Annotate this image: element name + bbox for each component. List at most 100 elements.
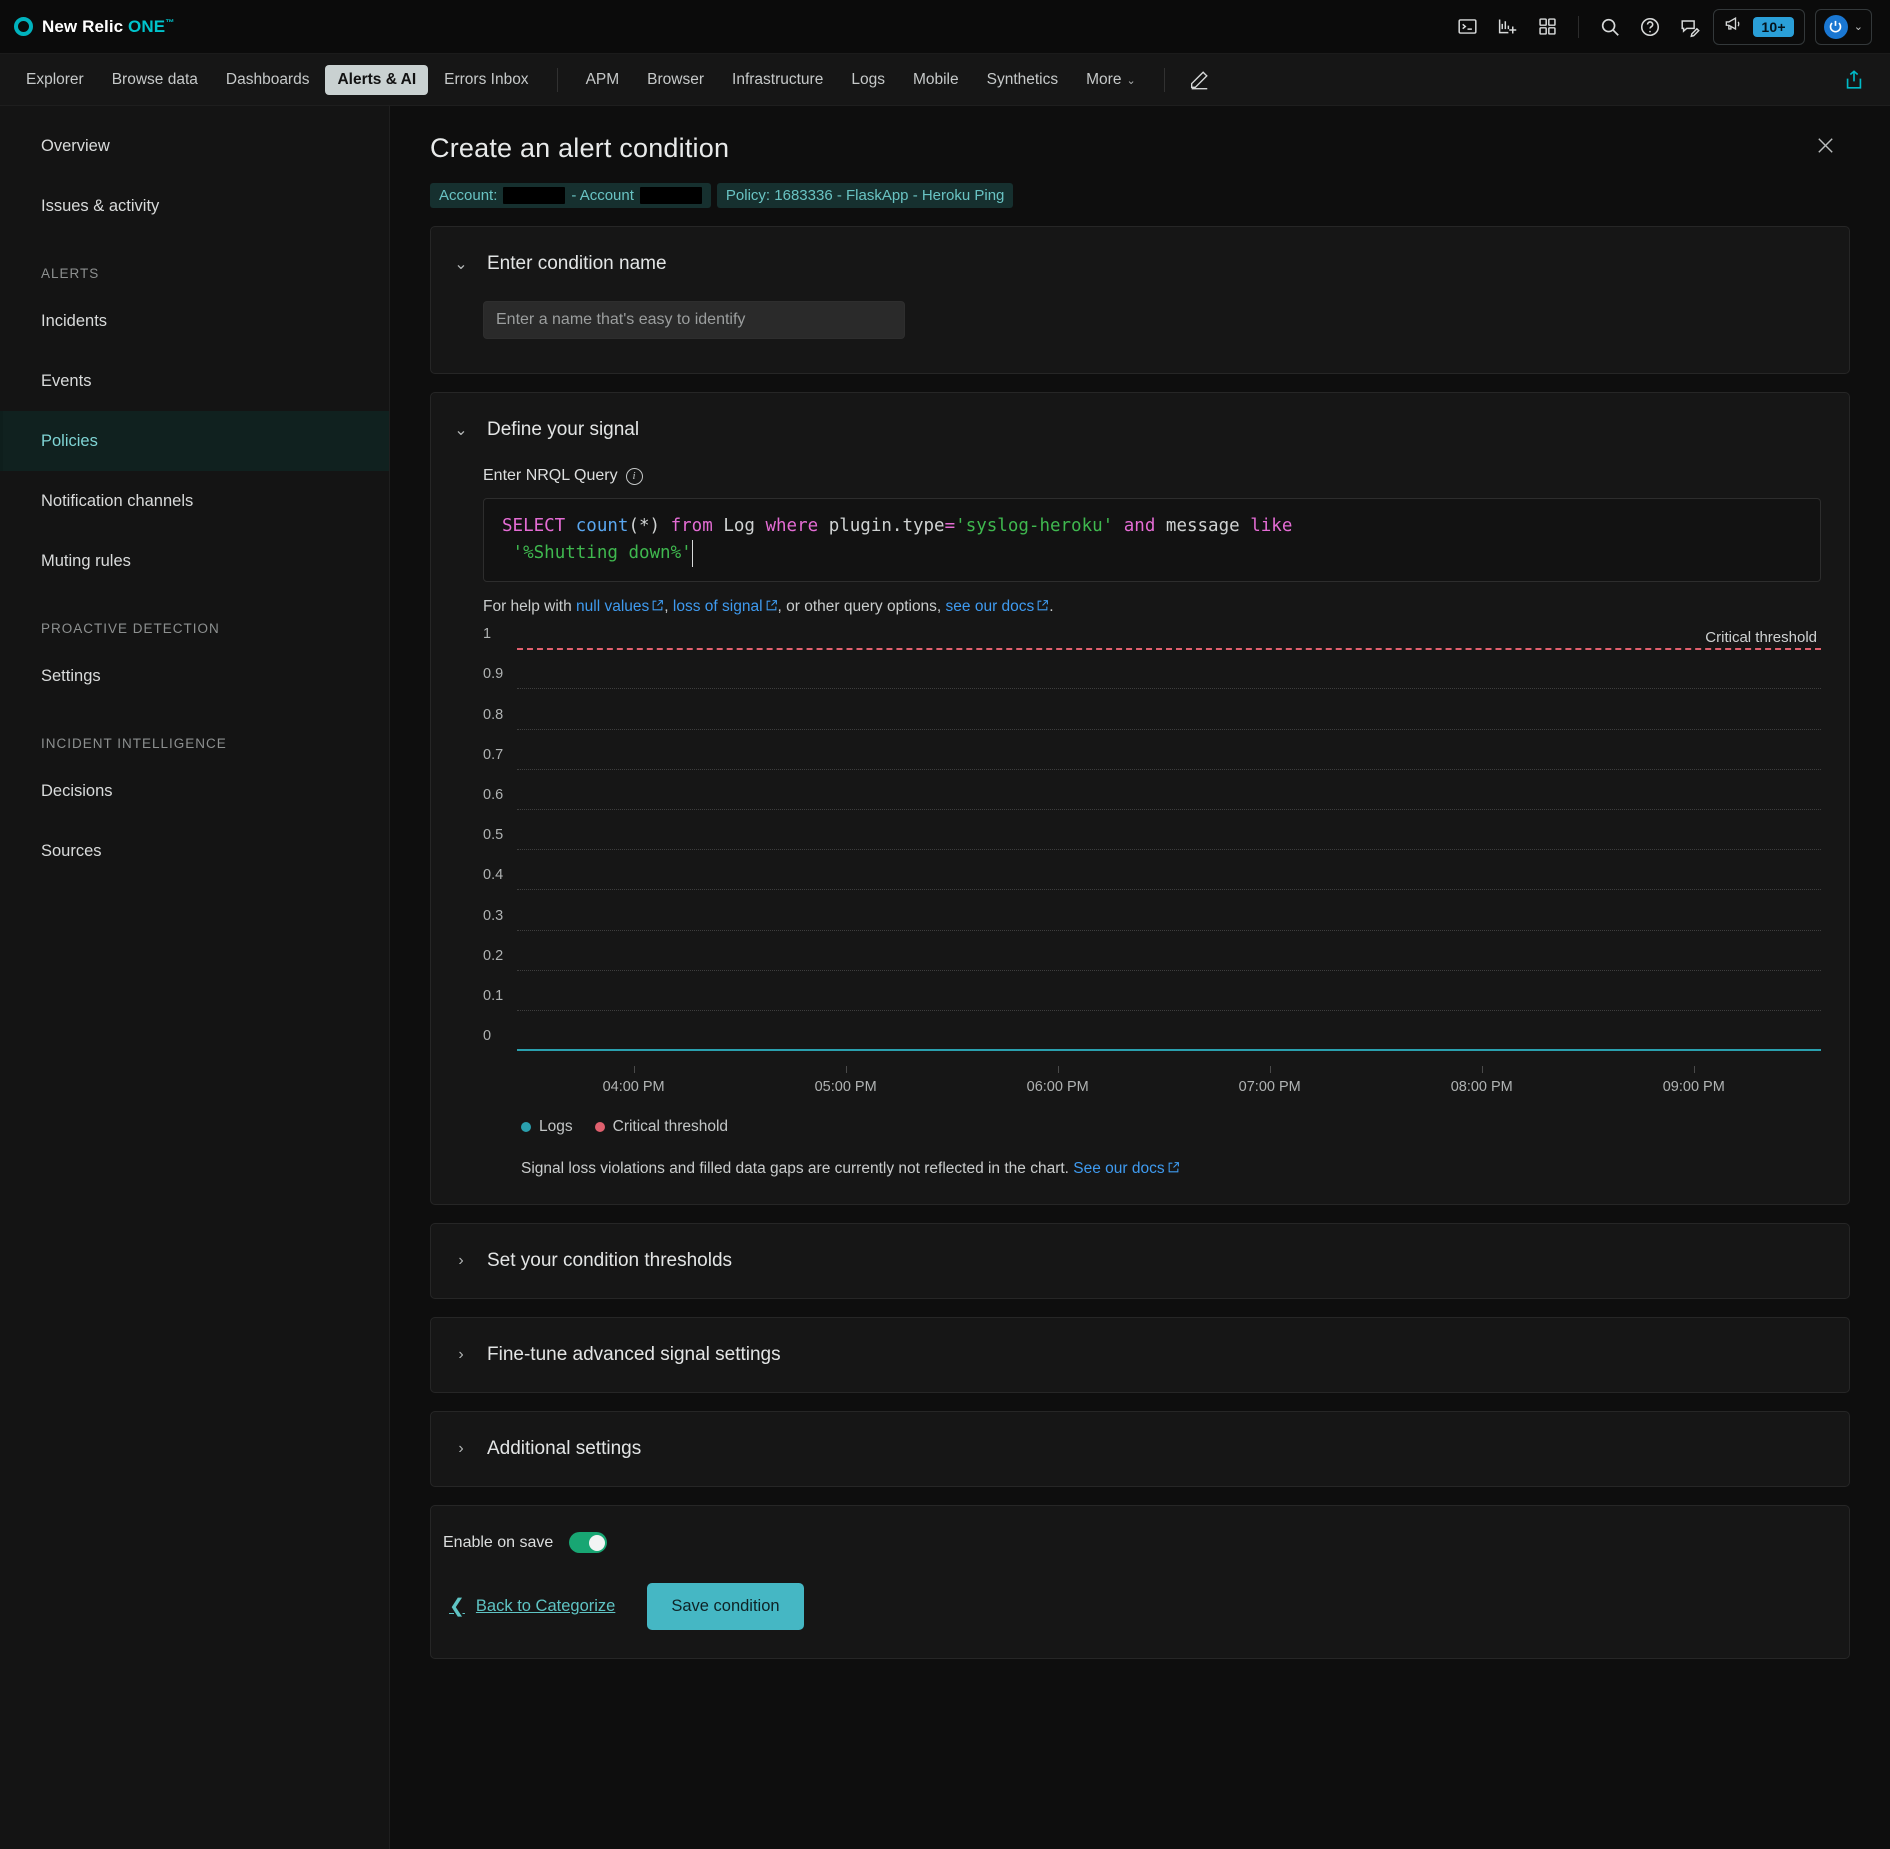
sidebar-item-events[interactable]: Events (0, 351, 389, 411)
help-suffix: . (1049, 598, 1054, 616)
sidebar-item-muting-rules[interactable]: Muting rules (0, 531, 389, 591)
legend-color-dot (594, 1122, 605, 1133)
save-condition-button[interactable]: Save condition (647, 1583, 804, 1631)
search-icon[interactable] (1593, 10, 1627, 44)
sidebar-item-settings[interactable]: Settings (0, 646, 389, 706)
sidebar-item-sources[interactable]: Sources (0, 821, 389, 881)
nrql-query-editor[interactable]: SELECT count(*) from Log where plugin.ty… (483, 498, 1821, 583)
chart-legend-item[interactable]: Critical threshold (594, 1118, 728, 1136)
help-mid-2: , or other query options, (777, 598, 946, 616)
nrql-token: like (1250, 516, 1293, 536)
additional-settings-card[interactable]: › Additional settings (430, 1411, 1850, 1488)
chevron-right-icon: › (458, 1252, 464, 1270)
brand-logo[interactable]: New Relic ONE™ (14, 17, 174, 37)
brand-text: New Relic ONE™ (42, 17, 174, 37)
brand-trademark: ™ (165, 16, 175, 27)
sidebar-item-overview[interactable]: Overview (0, 116, 389, 176)
external-link-icon (765, 599, 778, 612)
sidebar-item-notification-channels[interactable]: Notification channels (0, 471, 389, 531)
chart-y-tick-label: 0.4 (483, 867, 504, 884)
condition-name-card: ⌄ Enter condition name (430, 226, 1850, 374)
chart-x-tick (845, 1066, 847, 1074)
user-menu[interactable]: ⌄ (1814, 8, 1872, 45)
breadcrumb-account[interactable]: Account: - Account (430, 183, 711, 208)
condition-name-input[interactable] (483, 301, 905, 339)
sidebar-item-policies[interactable]: Policies (0, 411, 389, 471)
chevron-left-icon: ❮ (449, 1596, 465, 1618)
logs-signal-line (517, 1049, 1821, 1052)
nav-item-browser[interactable]: Browser (635, 65, 716, 95)
pencil-icon[interactable] (1181, 62, 1217, 98)
megaphone-icon (1722, 14, 1744, 39)
advanced-signal-settings-header[interactable]: › Fine-tune advanced signal settings (431, 1318, 1849, 1392)
close-icon[interactable] (1808, 128, 1842, 162)
legend-color-dot (521, 1122, 531, 1133)
sidebar-item-issues-activity[interactable]: Issues & activity (0, 176, 389, 236)
advanced-signal-settings-card[interactable]: › Fine-tune advanced signal settings (430, 1317, 1850, 1394)
chevron-right-icon: › (458, 1346, 464, 1364)
nrql-token (502, 543, 513, 563)
announcements-button[interactable]: 10+ (1713, 8, 1805, 45)
breadcrumb: Account: - Account Policy: 1683336 - Fla… (430, 183, 1850, 208)
terminal-icon[interactable] (1450, 10, 1484, 44)
footnote-docs-link[interactable]: See our docs (1073, 1160, 1164, 1177)
info-icon[interactable]: i (625, 467, 643, 485)
share-upload-icon[interactable] (1836, 62, 1872, 98)
nav-item-dashboards[interactable]: Dashboards (214, 65, 322, 95)
chart-gridline (517, 889, 1821, 891)
nrql-token (713, 516, 724, 536)
nav-item-synthetics[interactable]: Synthetics (975, 65, 1071, 95)
nrql-token: (*) (628, 516, 661, 536)
nav-item-infrastructure[interactable]: Infrastructure (720, 65, 835, 95)
nav-item-alerts-ai[interactable]: Alerts & AI (325, 64, 429, 95)
footer-actions: Enable on save ❮ Back to Categorize Save… (430, 1505, 1850, 1660)
external-link-icon (651, 599, 664, 612)
feedback-icon[interactable] (1673, 10, 1707, 44)
loss-of-signal-link[interactable]: loss of signal (673, 598, 763, 615)
sidebar: Overview Issues & activity ALERTS Incide… (0, 106, 390, 1849)
external-link-icon (1167, 1161, 1180, 1174)
nav-item-more[interactable]: More ⌄ (1074, 65, 1148, 95)
chart-x-tick (633, 1066, 635, 1074)
null-values-link[interactable]: null values (576, 598, 649, 615)
nrql-token: count (575, 516, 629, 536)
enable-on-save-toggle[interactable] (569, 1532, 608, 1554)
nrql-token: from (670, 516, 713, 536)
nav-item-errors-inbox[interactable]: Errors Inbox (432, 65, 540, 95)
footnote-text: Signal loss violations and filled data g… (521, 1160, 1069, 1178)
apps-grid-icon[interactable] (1530, 10, 1564, 44)
chart-gridline (517, 809, 1821, 811)
sidebar-item-decisions[interactable]: Decisions (0, 761, 389, 821)
define-signal-header[interactable]: ⌄ Define your signal (431, 393, 1849, 467)
nav-item-apm[interactable]: APM (574, 65, 632, 95)
data-explorer-icon[interactable] (1490, 10, 1524, 44)
condition-name-header[interactable]: ⌄ Enter condition name (431, 227, 1849, 301)
nrql-token: and (1123, 516, 1156, 536)
additional-settings-header[interactable]: › Additional settings (431, 1412, 1849, 1486)
chart-x-tick-label: 08:00 PM (1450, 1079, 1513, 1096)
toolbar-divider (1578, 15, 1580, 38)
sidebar-group-alerts: ALERTS (41, 266, 100, 281)
chart-y-tick-label: 0.5 (483, 827, 504, 844)
sidebar-item-incidents[interactable]: Incidents (0, 291, 389, 351)
nav-item-explorer[interactable]: Explorer (14, 65, 96, 95)
nrql-token (660, 516, 671, 536)
condition-thresholds-card[interactable]: › Set your condition thresholds (430, 1223, 1850, 1300)
nrql-token: SELECT (502, 516, 566, 536)
chart-legend-item[interactable]: Logs (521, 1118, 573, 1136)
nrql-token: Log (723, 516, 755, 536)
help-circle-icon[interactable] (1633, 10, 1667, 44)
enable-on-save-label: Enable on save (443, 1533, 554, 1551)
nav-item-mobile[interactable]: Mobile (901, 65, 971, 95)
chart-y-tick-label: 0.1 (483, 988, 504, 1005)
legend-label: Logs (539, 1118, 573, 1136)
condition-thresholds-header[interactable]: › Set your condition thresholds (431, 1224, 1849, 1298)
nav-item-browse-data[interactable]: Browse data (100, 65, 210, 95)
nrql-token: where (765, 516, 819, 536)
nav-item-logs[interactable]: Logs (839, 65, 897, 95)
chart-x-tick (1057, 1066, 1059, 1074)
see-our-docs-link[interactable]: see our docs (946, 598, 1035, 615)
back-to-categorize-link[interactable]: ❮ Back to Categorize (439, 1589, 625, 1624)
help-mid-1: , (664, 598, 673, 616)
breadcrumb-policy[interactable]: Policy: 1683336 - FlaskApp - Heroku Ping (716, 183, 1014, 208)
